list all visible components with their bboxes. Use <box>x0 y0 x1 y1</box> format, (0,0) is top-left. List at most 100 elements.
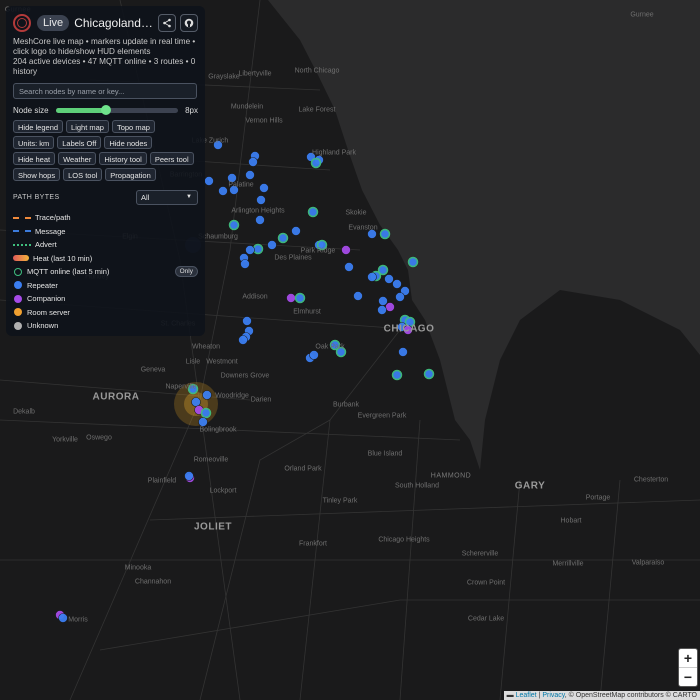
place-label: Frankfort <box>298 540 328 548</box>
repeater-marker[interactable] <box>395 292 405 302</box>
place-label: Bolingbrook <box>199 426 237 434</box>
companion-marker[interactable] <box>286 293 296 303</box>
place-label: HAMMOND <box>430 472 472 480</box>
place-label: Lisle <box>185 358 201 366</box>
repeater-marker[interactable] <box>294 292 306 304</box>
slider-knob[interactable] <box>100 105 111 115</box>
repeater-marker[interactable] <box>398 347 408 357</box>
companion-marker[interactable] <box>341 245 351 255</box>
repeater-marker[interactable] <box>242 316 252 326</box>
node-size-value: 8px <box>185 106 198 115</box>
zoom-in-button[interactable]: + <box>679 649 697 668</box>
place-label: Schererville <box>461 550 499 558</box>
repeater-marker[interactable] <box>238 335 248 345</box>
toolbar-button-los-tool[interactable]: LOS tool <box>63 168 103 181</box>
place-label: Lake Forest <box>298 106 336 114</box>
repeater-marker[interactable] <box>240 259 250 269</box>
repeater-marker[interactable] <box>367 272 377 282</box>
place-label: AURORA <box>92 391 140 403</box>
repeater-marker[interactable] <box>379 228 391 240</box>
mqtt-only-button[interactable]: Only <box>174 266 198 278</box>
toolbar-button-labels-off[interactable]: Labels Off <box>57 136 102 149</box>
place-label: Grayslake <box>208 73 240 81</box>
path-bytes-select[interactable]: All ▼ <box>136 190 198 205</box>
toolbar-button-peers-tool[interactable]: Peers tool <box>149 152 194 165</box>
repeater-marker[interactable] <box>344 262 354 272</box>
node-size-label: Node size <box>13 106 49 115</box>
repeater-marker[interactable] <box>191 397 201 407</box>
place-label: Yorkville <box>52 436 78 444</box>
repeater-marker[interactable] <box>423 368 435 380</box>
repeater-marker[interactable] <box>200 407 212 419</box>
repeater-marker[interactable] <box>377 305 387 315</box>
repeater-marker[interactable] <box>392 279 402 289</box>
place-label: Arlington Heights <box>231 207 285 215</box>
place-label: Minooka <box>124 564 152 572</box>
place-label: Valparaiso <box>631 559 665 567</box>
repeater-marker[interactable] <box>255 215 265 225</box>
repeater-marker[interactable] <box>384 274 394 284</box>
repeater-marker[interactable] <box>291 226 301 236</box>
legend-heat-label: Heat (last 10 min) <box>33 253 93 263</box>
hud-subtitle: MeshCore live map • markers update in re… <box>13 37 196 56</box>
legend-trace-label: Trace/path <box>35 213 71 223</box>
toolbar-button-history-tool[interactable]: History tool <box>99 152 147 165</box>
legend-mqtt: MQTT online (last 5 min) Only <box>13 265 198 279</box>
toolbar-button-hide-legend[interactable]: Hide legend <box>13 120 64 133</box>
repeater-marker[interactable] <box>307 206 319 218</box>
place-label: Evanston <box>348 224 378 232</box>
repeater-marker[interactable] <box>252 243 264 255</box>
github-icon <box>184 18 194 28</box>
toolbar-button-units-km[interactable]: Units: km <box>13 136 55 149</box>
place-label: Cedar Lake <box>467 615 505 623</box>
repeater-marker[interactable] <box>407 256 419 268</box>
place-label: GARY <box>514 480 546 492</box>
place-label: Naperville <box>165 383 197 391</box>
repeater-marker[interactable] <box>198 417 208 427</box>
place-label: Darien <box>250 396 272 404</box>
repeater-marker[interactable] <box>245 245 255 255</box>
meshcore-logo-icon[interactable] <box>13 14 31 32</box>
toolbar-button-propagation[interactable]: Propagation <box>105 168 156 181</box>
repeater-marker[interactable] <box>353 291 363 301</box>
search-input[interactable]: Search nodes by name or key... <box>13 83 197 99</box>
repeater-marker[interactable] <box>248 157 258 167</box>
legend-companion: Companion <box>13 292 198 306</box>
toolbar-button-hide-heat[interactable]: Hide heat <box>13 152 56 165</box>
toolbar-button-topo-map[interactable]: Topo map <box>111 120 155 133</box>
repeater-marker[interactable] <box>277 232 289 244</box>
place-label: Channahon <box>134 578 172 586</box>
toolbar-button-light-map[interactable]: Light map <box>66 120 109 133</box>
place-label: Oak Park <box>315 343 345 351</box>
repeater-marker[interactable] <box>391 369 403 381</box>
toolbar-button-hide-nodes[interactable]: Hide nodes <box>104 136 153 149</box>
repeater-marker[interactable] <box>310 157 322 169</box>
repeater-marker[interactable] <box>184 471 194 481</box>
place-label: Highland Park <box>312 149 356 157</box>
repeater-marker[interactable] <box>218 186 228 196</box>
repeater-marker[interactable] <box>58 613 68 623</box>
zoom-out-button[interactable]: − <box>679 668 697 686</box>
github-button[interactable] <box>180 14 198 32</box>
toolbar-button-weather[interactable]: Weather <box>58 152 97 165</box>
repeater-marker[interactable] <box>259 183 269 193</box>
legend-message-label: Message <box>35 226 66 236</box>
repeater-marker[interactable] <box>202 390 212 400</box>
leaflet-link[interactable]: Leaflet <box>516 692 537 699</box>
node-size-slider[interactable] <box>55 105 178 115</box>
toolbar-button-show-hops[interactable]: Show hops <box>13 168 61 181</box>
repeater-marker[interactable] <box>309 350 319 360</box>
mqtt-ring-icon <box>14 267 22 276</box>
companion-marker[interactable] <box>385 302 395 312</box>
repeater-marker[interactable] <box>267 240 277 250</box>
repeater-marker[interactable] <box>256 195 266 205</box>
privacy-link[interactable]: Privacy <box>542 692 564 699</box>
repeater-marker[interactable] <box>228 219 240 231</box>
repeater-marker[interactable] <box>204 176 214 186</box>
repeater-marker[interactable] <box>245 170 255 180</box>
place-label: Wheaton <box>191 343 221 351</box>
place-label: Lockport <box>209 487 237 495</box>
room-server-dot-icon <box>14 308 22 317</box>
place-label: Romeoville <box>193 456 229 464</box>
share-button[interactable] <box>158 14 176 32</box>
